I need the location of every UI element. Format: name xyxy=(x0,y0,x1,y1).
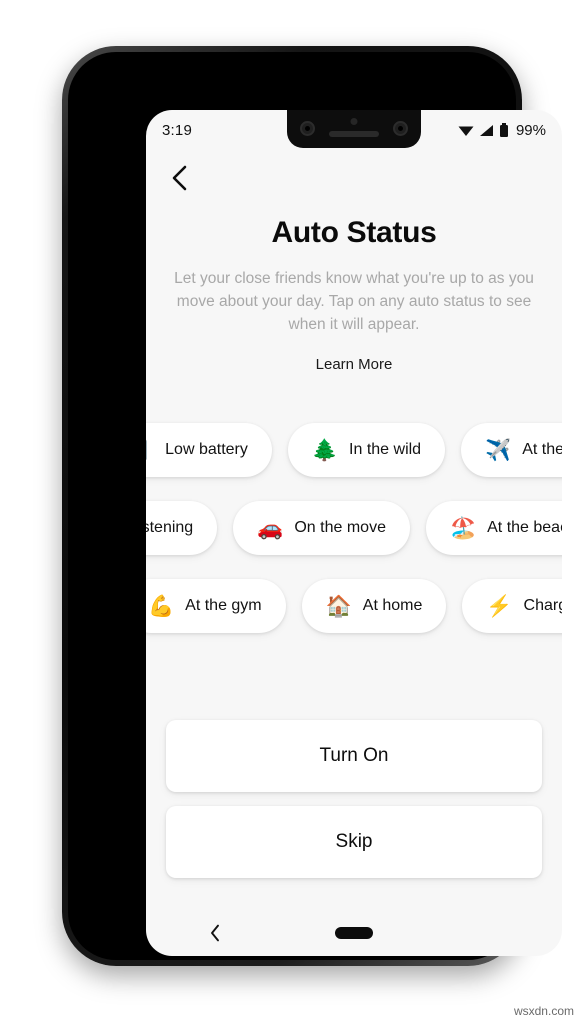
screenshot-root: 3:19 99% Auto Status Let your close frie… xyxy=(0,0,584,1024)
front-camera-right-icon xyxy=(393,121,408,136)
chip-in-the-wild[interactable]: 🌲 In the wild xyxy=(287,423,446,477)
chip-label: At the gym xyxy=(185,597,262,614)
earpiece-speaker-icon xyxy=(329,131,379,137)
auto-status-chip-list: 🪫 Low battery 🌲 In the wild ✈️ At the ai… xyxy=(146,419,562,637)
chip-label: Low battery xyxy=(165,441,248,458)
airplane-icon: ✈️ xyxy=(485,438,512,462)
chip-at-home[interactable]: 🏠 At home xyxy=(301,579,447,633)
wifi-icon xyxy=(458,126,474,136)
android-navigation-bar xyxy=(146,910,562,956)
battery-percent: 99% xyxy=(515,121,546,139)
car-icon: 🚗 xyxy=(257,516,284,540)
battery-icon xyxy=(499,122,508,137)
display-notch xyxy=(287,110,421,148)
chip-listening[interactable]: 🎵 Listening xyxy=(146,501,218,555)
chip-low-battery[interactable]: 🪫 Low battery xyxy=(146,423,272,477)
chevron-left-icon xyxy=(172,165,186,191)
high-voltage-icon: ⚡ xyxy=(486,594,513,618)
learn-more-link[interactable]: Learn More xyxy=(146,356,562,373)
evergreen-tree-icon: 🌲 xyxy=(311,438,339,462)
chip-at-the-gym[interactable]: 💪 At the gym xyxy=(146,579,286,633)
house-icon: 🏠 xyxy=(325,594,352,618)
flexed-biceps-icon: 💪 xyxy=(148,594,175,618)
chip-charging[interactable]: ⚡ Charging xyxy=(462,579,562,633)
home-indicator[interactable] xyxy=(335,927,373,939)
low-battery-icon: 🪫 xyxy=(146,440,154,461)
cellular-signal-icon xyxy=(479,125,493,136)
chip-row-3: 💪 At the gym 🏠 At home ⚡ Charging xyxy=(146,575,562,637)
chip-label: In the wild xyxy=(349,441,422,458)
chip-at-the-beach[interactable]: 🏖️ At the beach xyxy=(425,501,562,555)
action-buttons: Turn On Skip xyxy=(166,720,542,878)
chip-label: Listening xyxy=(146,519,194,536)
chip-label: Charging xyxy=(523,597,562,614)
status-icons: 99% xyxy=(458,122,546,139)
chip-row-1: 🪫 Low battery 🌲 In the wild ✈️ At the ai… xyxy=(146,419,562,481)
status-time: 3:19 xyxy=(162,121,192,139)
chip-label: At home xyxy=(362,597,423,614)
nav-back-icon xyxy=(210,924,219,942)
chip-label: On the move xyxy=(294,519,386,536)
front-camera-left-icon xyxy=(300,121,315,136)
page-title: Auto Status xyxy=(271,216,437,249)
chip-label: At the airport xyxy=(522,441,562,458)
chip-row-2: 🎵 Listening 🚗 On the move 🏖️ At the beac… xyxy=(146,497,562,559)
back-button[interactable] xyxy=(164,163,194,193)
phone-screen: 3:19 99% Auto Status Let your close frie… xyxy=(146,110,562,956)
app-header-bar xyxy=(146,150,562,206)
app-content: Auto Status Let your close friends know … xyxy=(146,110,562,956)
chip-at-the-airport[interactable]: ✈️ At the airport xyxy=(461,423,562,477)
phone-frame: 3:19 99% Auto Status Let your close frie… xyxy=(62,46,562,966)
proximity-sensor-icon xyxy=(350,118,358,125)
page-subtitle: Let your close friends know what you're … xyxy=(174,270,534,333)
nav-back-button[interactable] xyxy=(204,922,226,944)
skip-button[interactable]: Skip xyxy=(166,806,542,878)
watermark: wsxdn.com xyxy=(513,1004,574,1018)
chip-on-the-move[interactable]: 🚗 On the move xyxy=(233,501,410,555)
chip-label: At the beach xyxy=(487,519,562,536)
beach-umbrella-icon: 🏖️ xyxy=(449,516,477,540)
turn-on-button[interactable]: Turn On xyxy=(166,720,542,792)
